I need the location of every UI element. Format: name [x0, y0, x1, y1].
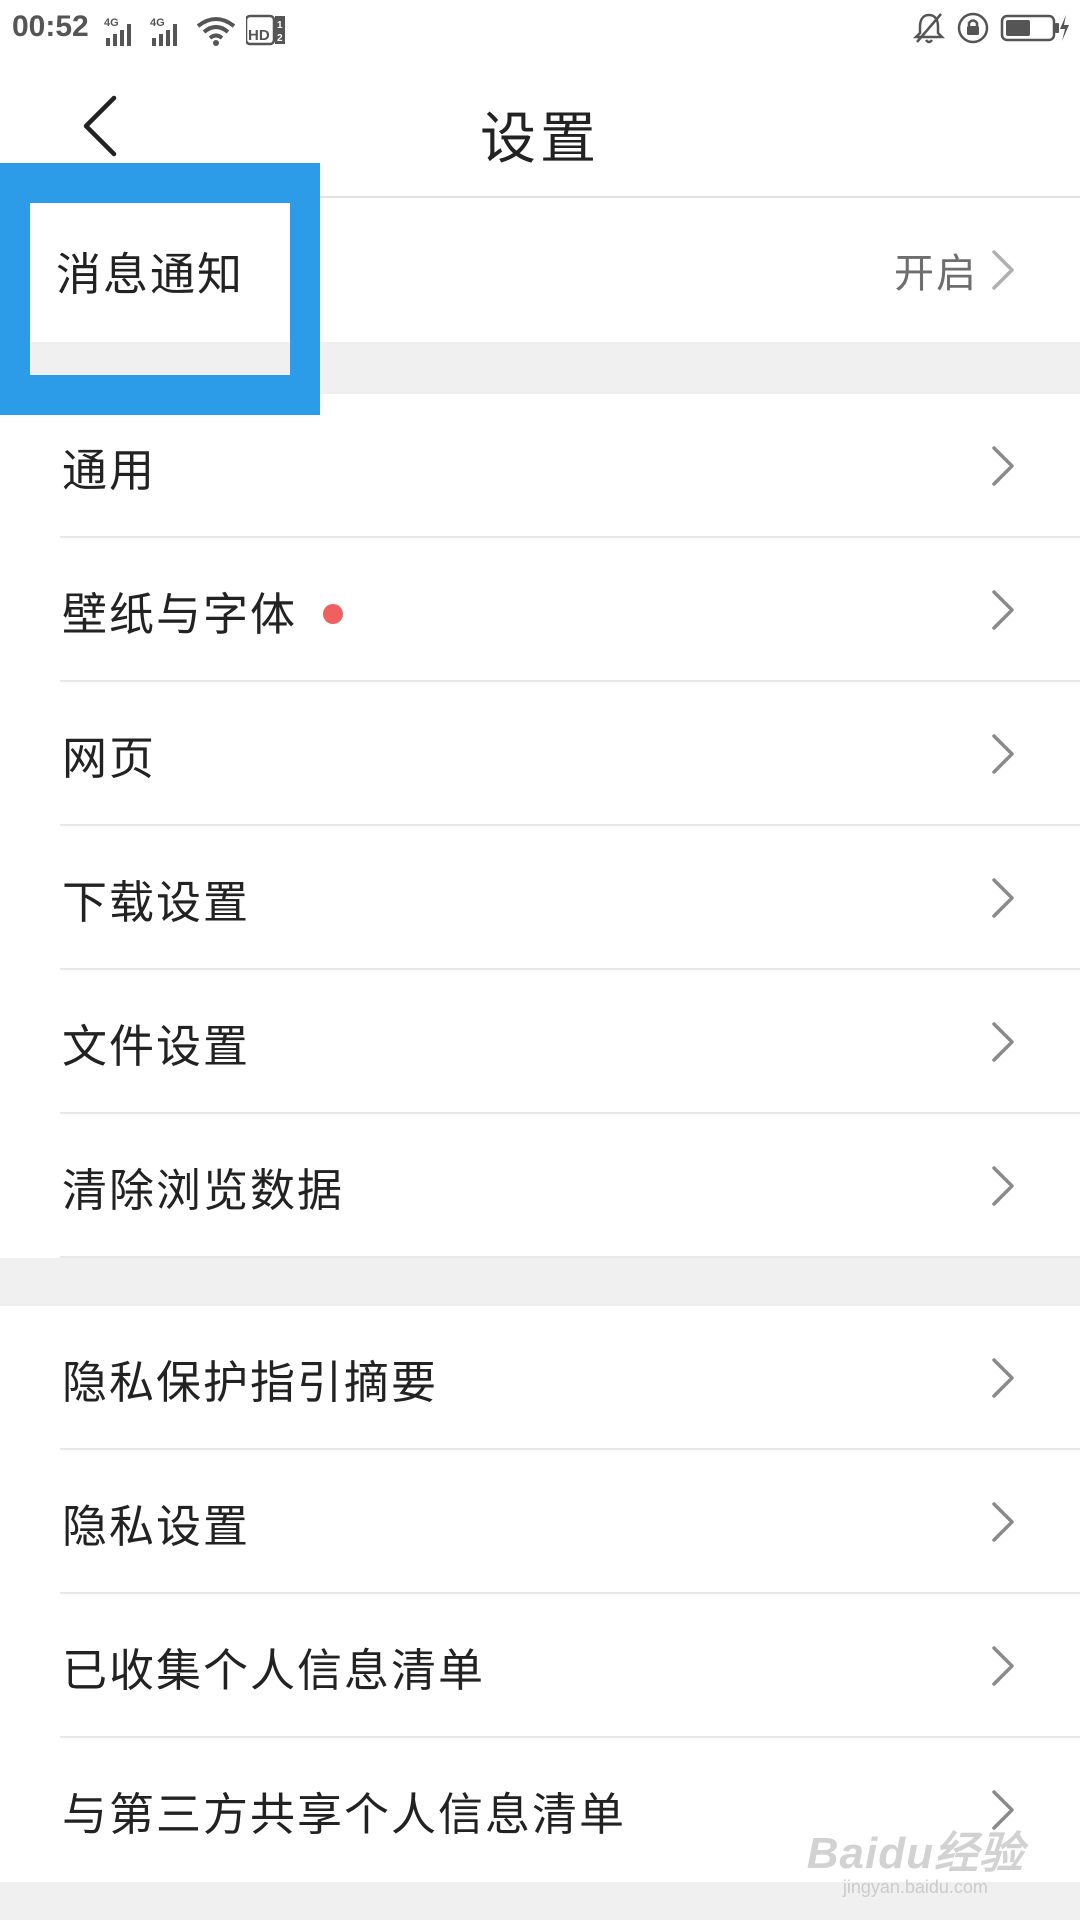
- row-label: 壁纸与字体: [62, 587, 298, 641]
- settings-row-wallpaper-font[interactable]: 壁纸与字体: [0, 538, 1080, 682]
- bell-muted-icon: [912, 11, 946, 45]
- row-label: 消息通知: [56, 247, 245, 301]
- row-label: 与第三方共享个人信息清单: [62, 1787, 627, 1841]
- row-label: 下载设置: [62, 875, 251, 929]
- row-label: 通用: [62, 443, 157, 497]
- settings-row-webpage[interactable]: 网页: [0, 682, 1080, 826]
- chevron-right-icon: [990, 732, 1016, 776]
- status-bar: 00:52 4G 4G HD 1 2: [0, 0, 1080, 56]
- row-label: 已收集个人信息清单: [62, 1643, 486, 1697]
- svg-text:2: 2: [277, 33, 283, 44]
- settings-row-download[interactable]: 下载设置: [0, 826, 1080, 970]
- signal-icon: 4G: [150, 16, 186, 46]
- watermark: Baidu经验 jingyan.baidu.com: [807, 1817, 1024, 1898]
- settings-row-privacy-summary[interactable]: 隐私保护指引摘要: [0, 1306, 1080, 1450]
- status-right-icons: [912, 8, 1070, 48]
- row-label: 隐私设置: [62, 1499, 251, 1553]
- settings-row-general[interactable]: 通用: [0, 394, 1080, 538]
- status-time: 00:52: [12, 10, 89, 43]
- svg-text:1: 1: [277, 20, 283, 31]
- chevron-right-icon: [990, 1164, 1016, 1208]
- general-group: 通用 壁纸与字体 网页 下载设置 文件设置 清除浏览数据: [0, 394, 1080, 1258]
- notification-group: 消息通知 开启: [0, 198, 1080, 342]
- chevron-right-icon: [990, 444, 1016, 488]
- chevron-right-icon: [990, 876, 1016, 920]
- chevron-right-icon: [990, 1500, 1016, 1544]
- signal-icon: 4G: [104, 16, 140, 46]
- row-label: 隐私保护指引摘要: [62, 1355, 439, 1409]
- settings-row-clear-data[interactable]: 清除浏览数据: [0, 1114, 1080, 1258]
- divider: [60, 1256, 1080, 1258]
- svg-text:4G: 4G: [150, 17, 165, 29]
- status-left-icons: 4G 4G HD 1 2: [104, 10, 286, 46]
- row-label: 文件设置: [62, 1019, 251, 1073]
- notification-status-value: 开启: [894, 251, 978, 297]
- settings-row-privacy-settings[interactable]: 隐私设置: [0, 1450, 1080, 1594]
- hd-volte-icon: HD 1 2: [246, 14, 286, 46]
- wifi-icon: [196, 16, 236, 46]
- lock-rotation-icon: [956, 11, 990, 45]
- watermark-logo: Baidu经验: [806, 1829, 1024, 1878]
- new-badge-dot: [323, 603, 344, 624]
- svg-text:HD: HD: [248, 27, 270, 44]
- chevron-right-icon: [990, 1644, 1016, 1688]
- svg-text:4G: 4G: [104, 17, 119, 29]
- page-title: 设置: [480, 107, 600, 172]
- chevron-right-icon: [990, 1020, 1016, 1064]
- settings-row-file[interactable]: 文件设置: [0, 970, 1080, 1114]
- row-label-with-dot: 壁纸与字体: [62, 578, 344, 643]
- privacy-group: 隐私保护指引摘要 隐私设置 已收集个人信息清单 与第三方共享个人信息清单: [0, 1306, 1080, 1882]
- settings-row-notification[interactable]: 消息通知 开启: [0, 198, 1080, 342]
- chevron-right-icon: [990, 248, 1016, 292]
- chevron-right-icon: [990, 588, 1016, 632]
- row-label: 清除浏览数据: [62, 1163, 345, 1217]
- chevron-right-icon: [990, 1356, 1016, 1400]
- app-header: 设置: [0, 56, 1080, 198]
- battery-charging-icon: [1000, 13, 1070, 43]
- row-label: 网页: [62, 731, 157, 785]
- settings-row-collected-info[interactable]: 已收集个人信息清单: [0, 1594, 1080, 1738]
